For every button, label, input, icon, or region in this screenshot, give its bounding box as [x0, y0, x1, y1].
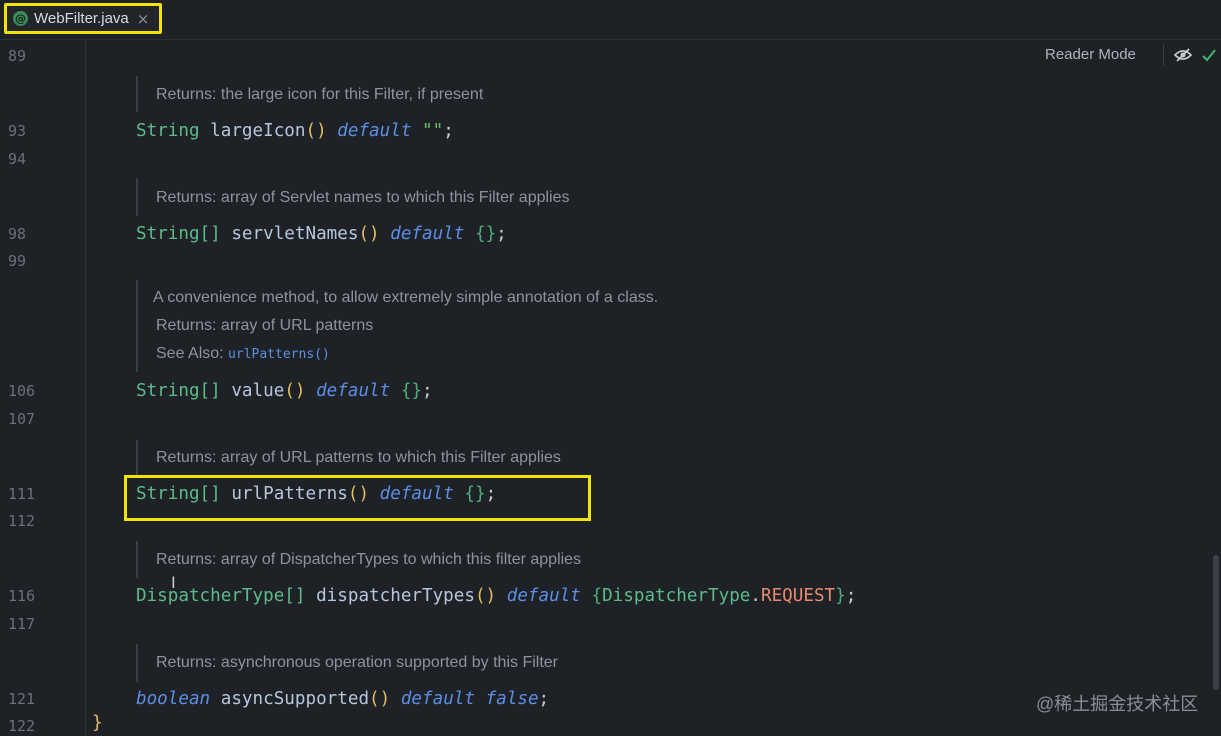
code-brace: }: [835, 586, 846, 606]
line-number: 94: [8, 150, 27, 168]
line-number: 106: [8, 382, 36, 400]
line-number: 111: [8, 485, 36, 503]
code-parens: (): [305, 121, 327, 141]
reader-mode-button[interactable]: Reader Mode: [1045, 46, 1136, 63]
line-number: 93: [8, 122, 27, 140]
code-semicolon: ;: [845, 586, 857, 606]
line-number: 107: [8, 410, 36, 428]
javadoc-block: Returns: array of URL patterns to which …: [136, 440, 561, 476]
code-type: String[]: [136, 381, 221, 401]
line-number: 121: [8, 690, 36, 708]
annotation-icon: @: [13, 11, 28, 26]
code-line-106[interactable]: String[] value() default {};: [136, 380, 433, 402]
javadoc-block: Returns: asynchronous operation supporte…: [136, 644, 558, 682]
javadoc-block: Returns: array of Servlet names to which…: [136, 178, 570, 216]
doc-text: Returns: array of URL patterns to which …: [156, 449, 561, 466]
code-method: servletNames: [220, 224, 359, 244]
line-number: 122: [8, 717, 36, 735]
see-also-line: See Also: urlPatterns(): [153, 343, 658, 365]
code-method: value: [220, 381, 285, 401]
code-parens: (): [284, 381, 306, 401]
code-value: {}: [474, 224, 497, 244]
closing-brace: }: [92, 713, 103, 733]
close-icon[interactable]: ×: [137, 10, 150, 28]
toolbar-divider: [1163, 44, 1164, 66]
code-value: "": [422, 121, 444, 141]
eye-off-icon[interactable]: [1174, 47, 1192, 63]
javadoc-block: Returns: array of DispatcherTypes to whi…: [136, 541, 581, 578]
line-number: 89: [8, 47, 27, 65]
code-method: asyncSupported: [210, 689, 370, 709]
code-keyword: default: [400, 689, 475, 709]
code-line-116[interactable]: DispatcherType[] dispatcherTypes() defau…: [136, 585, 856, 607]
code-parens: (): [369, 689, 391, 709]
line-number: 98: [8, 225, 27, 243]
line-number: 112: [8, 512, 36, 530]
line-number: 116: [8, 587, 36, 605]
code-value: {}: [400, 381, 423, 401]
code-type: String: [136, 121, 200, 141]
code-method: dispatcherTypes: [305, 586, 475, 606]
gutter-separator: [85, 39, 86, 736]
editor-tab-bar: @ WebFilter.java ×: [0, 0, 1221, 40]
code-constant: REQUEST: [760, 586, 836, 606]
see-also-label: See Also:: [156, 345, 229, 362]
code-keyword: default: [390, 224, 465, 244]
code-type: DispatcherType: [602, 586, 751, 606]
check-icon[interactable]: [1201, 47, 1217, 63]
line-number: 99: [8, 252, 27, 270]
vertical-scrollbar[interactable]: [1213, 555, 1219, 690]
code-keyword: default: [337, 121, 412, 141]
code-line-121[interactable]: boolean asyncSupported() default false;: [136, 688, 549, 710]
code-semicolon: ;: [443, 121, 454, 141]
doc-text: Returns: asynchronous operation supporte…: [156, 654, 558, 671]
code-brace: {: [591, 586, 603, 606]
javadoc-block: A convenience method, to allow extremely…: [136, 280, 658, 372]
code-value: false: [485, 689, 539, 709]
code-semicolon: ;: [496, 224, 507, 244]
tab-webfilter-java[interactable]: @ WebFilter.java ×: [4, 3, 162, 34]
code-keyword: default: [316, 381, 391, 401]
line-number: 117: [8, 615, 36, 633]
javadoc-block: Returns: the large icon for this Filter,…: [136, 76, 483, 112]
doc-text: Returns: array of URL patterns: [156, 317, 374, 334]
doc-text: Returns: array of DispatcherTypes to whi…: [156, 551, 582, 568]
code-type: DispatcherType[]: [136, 586, 306, 606]
code-line-93[interactable]: String largeIcon() default "";: [136, 120, 454, 142]
doc-text: Returns: the large icon for this Filter,…: [156, 86, 484, 103]
text-cursor-icon: I: [171, 573, 176, 592]
code-keyword: default: [506, 586, 581, 606]
doc-text: Returns: array of Servlet names to which…: [156, 189, 570, 206]
watermark: @稀土掘金技术社区: [1036, 694, 1199, 714]
code-parens: (): [358, 224, 380, 244]
code-semicolon: ;: [422, 381, 433, 401]
code-parens: (): [474, 586, 497, 606]
tab-label: WebFilter.java: [34, 10, 129, 27]
doc-text: A convenience method, to allow extremely…: [153, 289, 659, 306]
code-semicolon: ;: [538, 689, 550, 709]
code-line-98[interactable]: String[] servletNames() default {};: [136, 223, 507, 245]
code-type: boolean: [136, 689, 211, 709]
code-method: largeIcon: [199, 121, 306, 141]
highlight-box: [124, 475, 591, 521]
see-also-link[interactable]: urlPatterns(): [228, 347, 330, 362]
code-type: String[]: [136, 224, 221, 244]
code-dot: .: [750, 586, 761, 606]
